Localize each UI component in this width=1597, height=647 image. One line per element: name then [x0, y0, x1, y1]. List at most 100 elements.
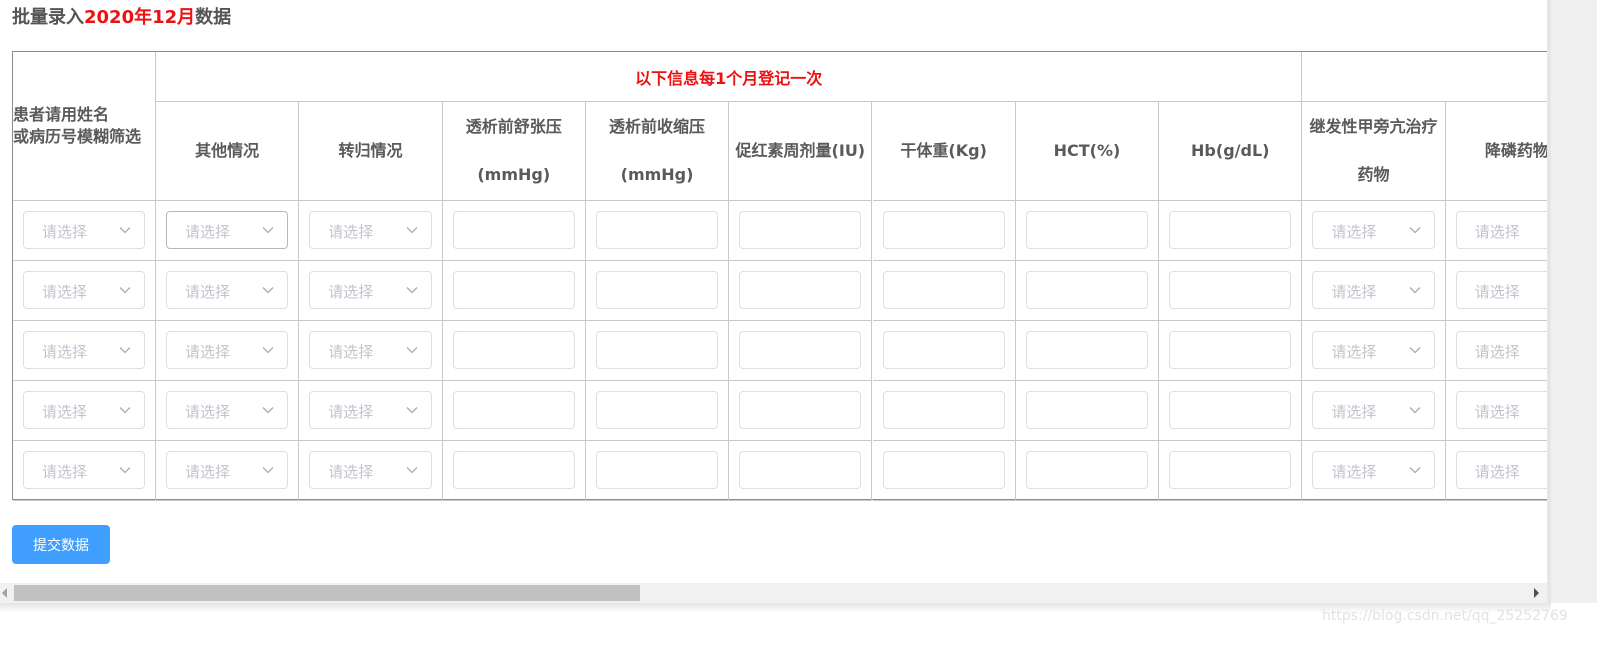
- table-cell: 请选择: [156, 441, 300, 501]
- text-input[interactable]: [882, 211, 1005, 249]
- select-placeholder: 请选择: [42, 463, 88, 481]
- text-input[interactable]: [882, 271, 1005, 309]
- select-field[interactable]: 请选择: [309, 451, 432, 489]
- select-field[interactable]: 请选择: [166, 451, 289, 489]
- select-field[interactable]: 请选择: [309, 211, 432, 249]
- text-input[interactable]: [1169, 331, 1292, 369]
- text-input[interactable]: [595, 391, 719, 429]
- text-input[interactable]: [1025, 451, 1149, 489]
- select-field[interactable]: 请选择: [309, 331, 432, 369]
- column-header-line1: 降磷药物: [1484, 141, 1547, 160]
- select-placeholder: 请选择: [1474, 223, 1520, 241]
- select-field[interactable]: 请选择: [309, 271, 432, 309]
- text-input[interactable]: [452, 211, 575, 249]
- header-line: 患者请用姓名: [13, 105, 110, 124]
- select-field[interactable]: 请选择: [1312, 391, 1435, 429]
- text-input[interactable]: [1169, 391, 1292, 429]
- text-input[interactable]: [739, 271, 862, 309]
- select-placeholder: 请选择: [185, 403, 231, 421]
- text-input[interactable]: [595, 451, 719, 489]
- table-cell: 请选择: [13, 441, 156, 501]
- column-header: 转归情况: [299, 102, 443, 201]
- text-input[interactable]: [452, 391, 575, 429]
- select-placeholder: 请选择: [1474, 463, 1520, 481]
- text-input[interactable]: [1025, 331, 1149, 369]
- text-input[interactable]: [739, 331, 862, 369]
- patient-select[interactable]: 请选择: [23, 391, 145, 429]
- select-field[interactable]: 请选择: [1455, 271, 1547, 309]
- scroll-right-arrow-icon[interactable]: [1534, 588, 1539, 598]
- title-period: 2020年12月: [84, 7, 196, 28]
- select-field[interactable]: 请选择: [1455, 451, 1547, 489]
- select-placeholder: 请选择: [185, 283, 231, 301]
- text-input[interactable]: [1169, 451, 1292, 489]
- text-input[interactable]: [595, 211, 719, 249]
- text-input[interactable]: [739, 451, 862, 489]
- text-input[interactable]: [739, 391, 862, 429]
- patient-select[interactable]: 请选择: [23, 271, 145, 309]
- select-field[interactable]: 请选择: [1312, 451, 1435, 489]
- column-header: 其他情况: [156, 102, 300, 201]
- text-input[interactable]: [452, 271, 575, 309]
- patient-select[interactable]: 请选择: [23, 331, 145, 369]
- text-input[interactable]: [452, 451, 575, 489]
- table-cell: [872, 201, 1016, 261]
- column-header-text: 干体重(Kg): [900, 139, 986, 163]
- text-input[interactable]: [882, 331, 1005, 369]
- select-field[interactable]: 请选择: [1455, 391, 1547, 429]
- select-field[interactable]: 请选择: [166, 331, 289, 369]
- text-input[interactable]: [1025, 391, 1149, 429]
- scroll-left-arrow-icon[interactable]: [2, 588, 7, 598]
- text-input[interactable]: [1025, 211, 1149, 249]
- header-group-monthly: 以下信息每1个月登记一次: [156, 52, 1303, 102]
- select-field[interactable]: 请选择: [166, 391, 289, 429]
- select-field[interactable]: 请选择: [166, 211, 289, 249]
- table-cell: [1015, 261, 1160, 321]
- text-input[interactable]: [882, 451, 1005, 489]
- text-input[interactable]: [595, 271, 719, 309]
- column-header: 促红素周剂量(IU): [729, 102, 873, 201]
- select-placeholder: 请选择: [1474, 283, 1520, 301]
- vertical-scrollbar-track[interactable]: [1547, 0, 1597, 603]
- text-input[interactable]: [739, 211, 862, 249]
- table-cell: [585, 261, 730, 321]
- column-header-line1: 促红素周剂量(IU): [735, 141, 866, 160]
- table-cell: 请选择: [156, 321, 300, 381]
- patient-select[interactable]: 请选择: [23, 211, 145, 249]
- select-field[interactable]: 请选择: [1312, 331, 1435, 369]
- horizontal-scrollbar[interactable]: [0, 583, 1547, 603]
- select-placeholder: 请选择: [328, 343, 374, 361]
- text-input[interactable]: [1169, 271, 1292, 309]
- select-field[interactable]: 请选择: [1455, 211, 1547, 249]
- table-cell: 请选择: [13, 201, 156, 261]
- table-cell: 请选择: [13, 261, 156, 321]
- table-cell: [872, 321, 1016, 381]
- select-placeholder: 请选择: [1474, 343, 1520, 361]
- text-input[interactable]: [1025, 271, 1149, 309]
- table-cell: 请选择: [1302, 321, 1446, 381]
- select-field[interactable]: 请选择: [1312, 211, 1435, 249]
- select-field[interactable]: 请选择: [309, 391, 432, 429]
- patient-select[interactable]: 请选择: [23, 451, 145, 489]
- scrollbar-thumb[interactable]: [14, 585, 640, 601]
- header-text: 患者请用姓名 或病历号模糊筛选: [13, 104, 141, 148]
- table-cell: [872, 261, 1016, 321]
- table-cell: 请选择: [1445, 201, 1547, 261]
- select-field[interactable]: 请选择: [1312, 271, 1435, 309]
- submit-button[interactable]: 提交数据: [12, 525, 110, 564]
- select-field[interactable]: 请选择: [1455, 331, 1547, 369]
- text-input[interactable]: [882, 391, 1005, 429]
- table-cell: [585, 321, 730, 381]
- table-cell: 请选择: [1445, 381, 1547, 441]
- select-field[interactable]: 请选择: [166, 271, 289, 309]
- table-cell: [585, 441, 730, 501]
- select-placeholder: 请选择: [328, 463, 374, 481]
- column-header-line1: 其他情况: [195, 141, 260, 160]
- select-placeholder: 请选择: [1331, 283, 1377, 301]
- text-input[interactable]: [595, 331, 719, 369]
- column-header-text: 其他情况: [195, 139, 259, 163]
- table-cell: [442, 381, 586, 441]
- text-input[interactable]: [1169, 211, 1292, 249]
- title-suffix: 数据: [195, 7, 232, 28]
- text-input[interactable]: [452, 331, 575, 369]
